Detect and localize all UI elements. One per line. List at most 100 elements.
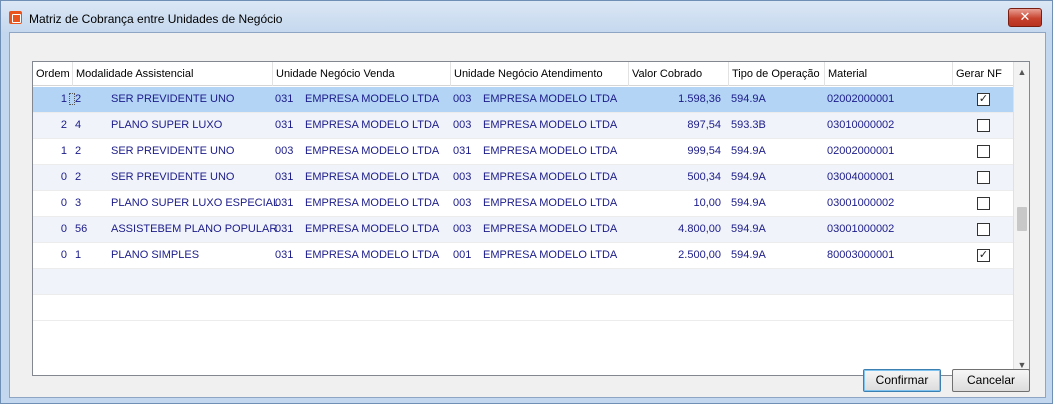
cell-atendimento-codigo[interactable]: 003 bbox=[453, 87, 479, 112]
cell-modalidade-codigo[interactable]: 2 bbox=[75, 165, 105, 190]
header-ordem[interactable]: Ordem bbox=[33, 62, 73, 86]
cell-venda-nome[interactable]: EMPRESA MODELO LTDA bbox=[305, 243, 449, 268]
gerar-nf-checkbox[interactable] bbox=[977, 197, 990, 210]
cell-valor-cobrado[interactable]: 897,54 bbox=[629, 113, 721, 138]
cell-atendimento-nome[interactable]: EMPRESA MODELO LTDA bbox=[483, 113, 627, 138]
table-row[interactable]: 0 56 ASSISTEBEM PLANO POPULAR 031 EMPRESA MO… bbox=[33, 217, 1013, 243]
cell-atendimento-nome[interactable]: EMPRESA MODELO LTDA bbox=[483, 87, 627, 112]
gerar-nf-checkbox-checked[interactable]: ✓ bbox=[977, 249, 990, 262]
table-row[interactable]: 0 1 PLANO SIMPLES 031 EMPRESA MODELO LTDA 001… bbox=[33, 243, 1013, 269]
cell-ordem[interactable]: 1 bbox=[33, 139, 67, 164]
table-row[interactable]: 1 2 SER PREVIDENTE UNO 031 EMPRESA MODELO LT… bbox=[33, 87, 1013, 113]
cell-modalidade-codigo[interactable]: 4 bbox=[75, 113, 105, 138]
header-material[interactable]: Material bbox=[825, 62, 953, 86]
gerar-nf-checkbox[interactable] bbox=[977, 145, 990, 158]
cell-material[interactable]: 02002000001 bbox=[827, 139, 947, 164]
cell-atendimento-nome[interactable]: EMPRESA MODELO LTDA bbox=[483, 139, 627, 164]
cell-material[interactable]: 80003000001 bbox=[827, 243, 947, 268]
cell-venda-nome[interactable]: EMPRESA MODELO LTDA bbox=[305, 139, 449, 164]
cell-tipo-operacao[interactable]: 593.3B bbox=[731, 113, 821, 138]
cell-modalidade-nome[interactable]: PLANO SUPER LUXO ESPECIAL bbox=[111, 191, 279, 216]
cell-atendimento-codigo[interactable]: 003 bbox=[453, 165, 479, 190]
gerar-nf-checkbox-checked[interactable]: ✓ bbox=[977, 93, 990, 106]
table-row[interactable]: 2 4 PLANO SUPER LUXO 031 EMPRESA MODELO LTDA… bbox=[33, 113, 1013, 139]
cell-valor-cobrado[interactable]: 999,54 bbox=[629, 139, 721, 164]
cell-ordem[interactable]: 0 bbox=[33, 165, 67, 190]
cell-modalidade-nome[interactable]: SER PREVIDENTE UNO bbox=[111, 165, 271, 190]
cell-atendimento-nome[interactable]: EMPRESA MODELO LTDA bbox=[483, 243, 627, 268]
cancel-button[interactable]: Cancelar bbox=[952, 369, 1030, 392]
cell-venda-nome[interactable]: EMPRESA MODELO LTDA bbox=[305, 87, 449, 112]
cell-tipo-operacao[interactable]: 594.9A bbox=[731, 87, 821, 112]
cell-atendimento-nome[interactable]: EMPRESA MODELO LTDA bbox=[483, 217, 627, 242]
cell-modalidade-nome[interactable]: SER PREVIDENTE UNO bbox=[111, 139, 271, 164]
cell-material[interactable]: 03004000001 bbox=[827, 165, 947, 190]
title-bar[interactable]: Matriz de Cobrança entre Unidades de Neg… bbox=[1, 1, 1052, 32]
gerar-nf-checkbox[interactable] bbox=[977, 119, 990, 132]
cell-valor-cobrado[interactable]: 2.500,00 bbox=[629, 243, 721, 268]
cell-modalidade-nome[interactable]: PLANO SIMPLES bbox=[111, 243, 271, 268]
scroll-thumb[interactable] bbox=[1017, 207, 1027, 231]
cell-atendimento-nome[interactable]: EMPRESA MODELO LTDA bbox=[483, 165, 627, 190]
cell-ordem[interactable]: 2 bbox=[33, 113, 67, 138]
confirm-button[interactable]: Confirmar bbox=[863, 369, 941, 392]
cell-material[interactable]: 03001000002 bbox=[827, 191, 947, 216]
gerar-nf-checkbox[interactable] bbox=[977, 171, 990, 184]
cell-atendimento-codigo[interactable]: 003 bbox=[453, 191, 479, 216]
scroll-up-arrow-icon[interactable]: ▲ bbox=[1014, 64, 1030, 80]
cell-atendimento-codigo[interactable]: 003 bbox=[453, 113, 479, 138]
vertical-scrollbar[interactable]: ▲ ▼ bbox=[1013, 62, 1029, 375]
header-valor-cobrado[interactable]: Valor Cobrado bbox=[629, 62, 729, 86]
cell-venda-nome[interactable]: EMPRESA MODELO LTDA bbox=[305, 113, 449, 138]
header-tipo-operacao[interactable]: Tipo de Operação bbox=[729, 62, 825, 86]
cell-modalidade-nome[interactable]: ASSISTEBEM PLANO POPULAR bbox=[111, 217, 277, 242]
cell-modalidade-nome[interactable]: SER PREVIDENTE UNO bbox=[111, 87, 271, 112]
cell-tipo-operacao[interactable]: 594.9A bbox=[731, 243, 821, 268]
cell-ordem[interactable]: 1 bbox=[33, 87, 67, 112]
cell-valor-cobrado[interactable]: 10,00 bbox=[629, 191, 721, 216]
table-row[interactable]: 0 2 SER PREVIDENTE UNO 031 EMPRESA MODELO LT… bbox=[33, 165, 1013, 191]
cell-tipo-operacao[interactable]: 594.9A bbox=[731, 139, 821, 164]
cell-modalidade-codigo[interactable]: 2 bbox=[75, 139, 105, 164]
cell-venda-codigo[interactable]: 031 bbox=[275, 87, 301, 112]
cell-tipo-operacao[interactable]: 594.9A bbox=[731, 165, 821, 190]
cell-modalidade-codigo[interactable]: 56 bbox=[75, 217, 105, 242]
cell-venda-codigo[interactable]: 031 bbox=[275, 191, 301, 216]
cell-valor-cobrado[interactable]: 500,34 bbox=[629, 165, 721, 190]
cell-atendimento-codigo[interactable]: 031 bbox=[453, 139, 479, 164]
cell-venda-nome[interactable]: EMPRESA MODELO LTDA bbox=[305, 165, 449, 190]
cell-venda-nome[interactable]: EMPRESA MODELO LTDA bbox=[305, 191, 449, 216]
gerar-nf-checkbox[interactable] bbox=[977, 223, 990, 236]
cell-atendimento-nome[interactable]: EMPRESA MODELO LTDA bbox=[483, 191, 627, 216]
cell-venda-codigo[interactable]: 003 bbox=[275, 139, 301, 164]
table-row[interactable]: 0 3 PLANO SUPER LUXO ESPECIAL 031 EMPRESA MO… bbox=[33, 191, 1013, 217]
cell-ordem[interactable]: 0 bbox=[33, 191, 67, 216]
cell-ordem[interactable]: 0 bbox=[33, 217, 67, 242]
close-button[interactable]: ✕ bbox=[1008, 8, 1042, 27]
cell-venda-codigo[interactable]: 031 bbox=[275, 243, 301, 268]
cell-modalidade-codigo[interactable]: 3 bbox=[75, 191, 105, 216]
cell-venda-codigo[interactable]: 031 bbox=[275, 217, 301, 242]
cell-material[interactable]: 03010000002 bbox=[827, 113, 947, 138]
cell-venda-codigo[interactable]: 031 bbox=[275, 113, 301, 138]
header-gerar-nf[interactable]: Gerar NF bbox=[953, 62, 1015, 86]
cell-venda-nome[interactable]: EMPRESA MODELO LTDA bbox=[305, 217, 449, 242]
dialog-window: Matriz de Cobrança entre Unidades de Neg… bbox=[0, 0, 1053, 404]
header-unidade-venda[interactable]: Unidade Negócio Venda bbox=[273, 62, 451, 86]
cell-tipo-operacao[interactable]: 594.9A bbox=[731, 217, 821, 242]
cell-valor-cobrado[interactable]: 1.598,36 bbox=[629, 87, 721, 112]
cell-atendimento-codigo[interactable]: 003 bbox=[453, 217, 479, 242]
header-modalidade[interactable]: Modalidade Assistencial bbox=[73, 62, 273, 86]
cell-material[interactable]: 02002000001 bbox=[827, 87, 947, 112]
cell-modalidade-codigo[interactable]: 2 bbox=[75, 87, 105, 112]
cell-material[interactable]: 03001000002 bbox=[827, 217, 947, 242]
header-unidade-atendimento[interactable]: Unidade Negócio Atendimento bbox=[451, 62, 629, 86]
cell-modalidade-nome[interactable]: PLANO SUPER LUXO bbox=[111, 113, 271, 138]
cell-valor-cobrado[interactable]: 4.800,00 bbox=[629, 217, 721, 242]
table-row[interactable]: 1 2 SER PREVIDENTE UNO 003 EMPRESA MODELO LT… bbox=[33, 139, 1013, 165]
cell-ordem[interactable]: 0 bbox=[33, 243, 67, 268]
cell-venda-codigo[interactable]: 031 bbox=[275, 165, 301, 190]
cell-modalidade-codigo[interactable]: 1 bbox=[75, 243, 105, 268]
cell-atendimento-codigo[interactable]: 001 bbox=[453, 243, 479, 268]
cell-tipo-operacao[interactable]: 594.9A bbox=[731, 191, 821, 216]
